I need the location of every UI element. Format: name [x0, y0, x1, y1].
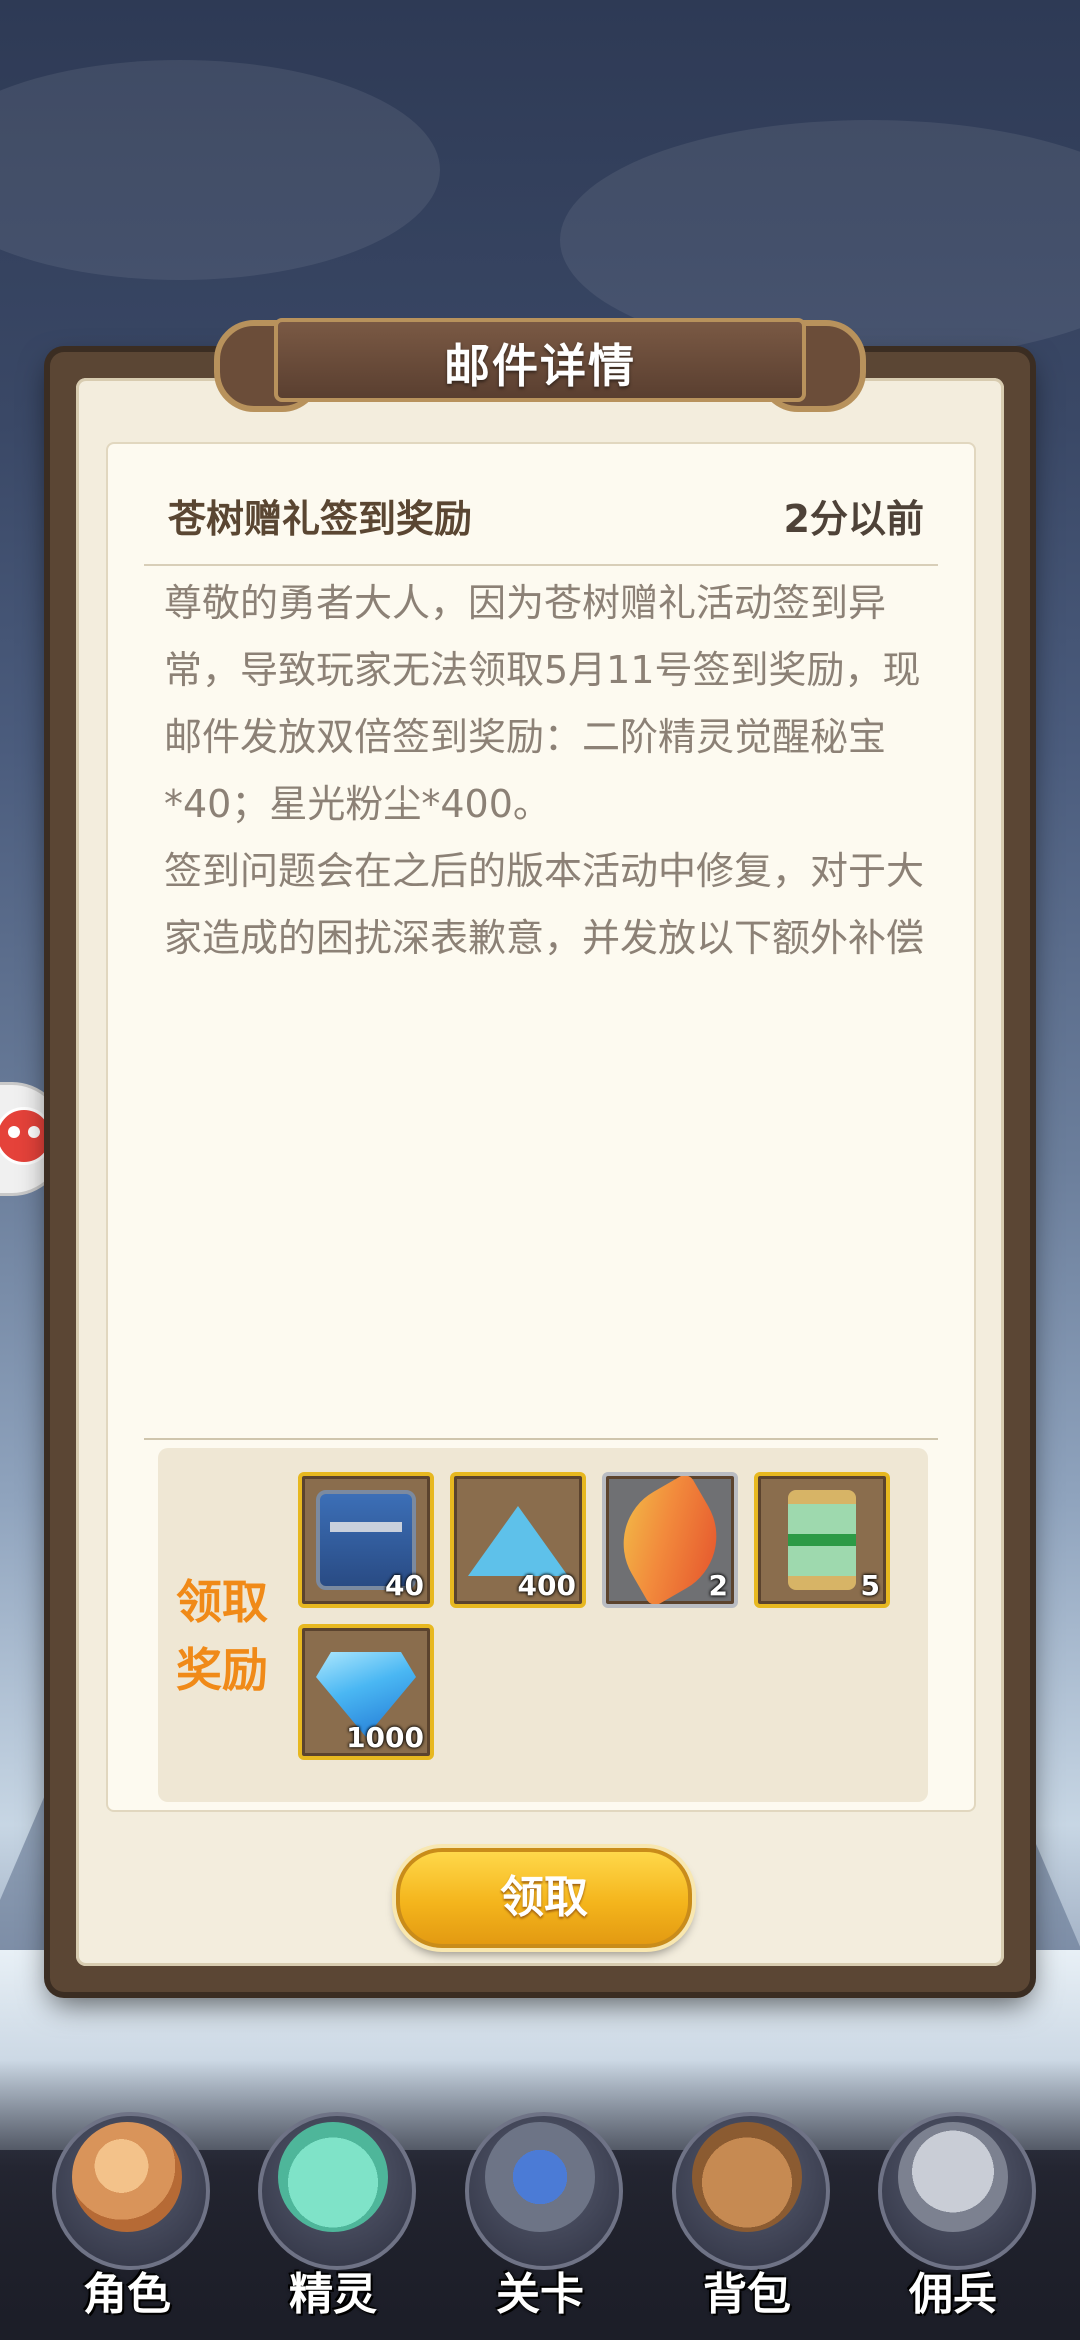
- item-quantity: 400: [517, 1569, 576, 1602]
- hourglass-icon: [788, 1490, 856, 1590]
- nav-item-mercenary[interactable]: 佣兵: [868, 2092, 1038, 2322]
- nav-label: 精灵: [289, 2269, 377, 2320]
- game-screen: 邮件详情 苍树赠礼签到奖励 2分以前 尊敬的勇者大人，因为苍树赠礼活动签到异常，…: [0, 0, 1080, 2340]
- background-cloud: [0, 60, 440, 280]
- reward-label: 领取 奖励: [176, 1575, 268, 1697]
- nav-label: 背包: [703, 2269, 791, 2320]
- reward-item[interactable]: 2: [602, 1472, 738, 1608]
- nav-label: 佣兵: [909, 2269, 997, 2320]
- nav-item-hero[interactable]: 角色: [42, 2092, 212, 2322]
- item-quantity: 2: [708, 1569, 728, 1602]
- nav-item-backpack[interactable]: 背包: [662, 2092, 832, 2322]
- mail-body-paragraph: 尊敬的勇者大人，因为苍树赠礼活动签到异常，导致玩家无法领取5月11号签到奖励，现…: [164, 581, 921, 826]
- bottom-nav: 角色 精灵 关卡 背包 佣兵: [0, 2060, 1080, 2340]
- nav-label: 关卡: [496, 2269, 584, 2320]
- reward-item[interactable]: 1000: [298, 1624, 434, 1760]
- nav-item-stage[interactable]: 关卡: [455, 2092, 625, 2322]
- chat-mascot-icon: [0, 1107, 53, 1165]
- claim-button[interactable]: 领取: [396, 1848, 692, 1948]
- divider: [144, 564, 938, 566]
- dialog-title: 邮件详情: [444, 339, 636, 393]
- mercenary-icon: [898, 2122, 1008, 2232]
- spirit-icon: [278, 2122, 388, 2232]
- item-quantity: 5: [860, 1569, 880, 1602]
- mail-subject: 苍树赠礼签到奖励: [168, 497, 473, 541]
- hero-icon: [72, 2122, 182, 2232]
- reward-item[interactable]: 40: [298, 1472, 434, 1608]
- mail-timestamp: 2分以前: [783, 497, 924, 541]
- reward-item[interactable]: 5: [754, 1472, 890, 1608]
- reward-item[interactable]: 400: [450, 1472, 586, 1608]
- stage-icon: [485, 2122, 595, 2232]
- title-plate: 邮件详情: [214, 312, 866, 412]
- backpack-icon: [692, 2122, 802, 2232]
- mail-body[interactable]: 尊敬的勇者大人，因为苍树赠礼活动签到异常，导致玩家无法领取5月11号签到奖励，现…: [164, 570, 930, 972]
- mail-body-paragraph: 签到问题会在之后的版本活动中修复，对于大家造成的困扰深表歉意，并发放以下额外补偿: [164, 849, 925, 960]
- star-dust-icon: [468, 1506, 568, 1576]
- item-quantity: 40: [385, 1569, 424, 1602]
- reward-section: 领取 奖励 40 400 2 5 1000: [158, 1448, 928, 1802]
- divider: [144, 1438, 938, 1440]
- item-quantity: 1000: [346, 1721, 424, 1754]
- nav-item-spirit[interactable]: 精灵: [248, 2092, 418, 2322]
- mail-card: 苍树赠礼签到奖励 2分以前 尊敬的勇者大人，因为苍树赠礼活动签到异常，导致玩家无…: [106, 442, 976, 1812]
- nav-label: 角色: [83, 2269, 171, 2320]
